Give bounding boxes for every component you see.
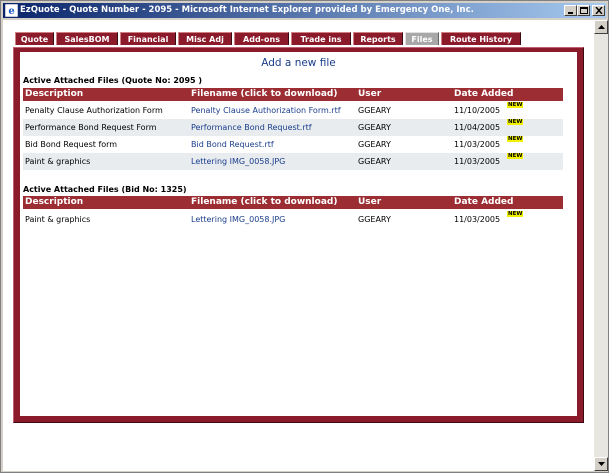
arrow-down-icon [598, 462, 605, 466]
tab-files[interactable]: Files [405, 32, 439, 45]
file-download-link[interactable]: Performance Bond Request.rtf [191, 119, 312, 136]
new-badge: NEW [507, 153, 524, 159]
svg-text:e: e [8, 6, 14, 17]
tab-misc-adj[interactable]: Misc Adj [178, 32, 232, 45]
file-date: 11/10/2005 [454, 106, 501, 115]
vertical-scrollbar[interactable] [594, 20, 608, 471]
column-filename: Filename (click to download) [191, 197, 338, 207]
browser-window: e EzQuote - Quote Number - 2095 - Micros… [0, 0, 609, 473]
tab-trade-ins[interactable]: Trade ins [291, 32, 351, 45]
bid-files-header: Description Filename (click to download)… [23, 196, 563, 209]
file-date: 11/03/2005 [454, 140, 501, 149]
file-description: Paint & graphics [25, 215, 91, 224]
column-date-added: Date Added [454, 89, 514, 99]
quote-files-title: Active Attached Files (Quote No: 2095 ) [23, 76, 203, 85]
maximize-icon [580, 7, 588, 14]
table-row: Paint & graphics Lettering IMG_0058.JPG … [23, 211, 563, 228]
maximize-button[interactable] [577, 5, 590, 16]
table-row: Performance Bond Request Form Performanc… [23, 119, 563, 136]
arrow-up-icon [598, 25, 605, 29]
column-filename: Filename (click to download) [191, 89, 338, 99]
minimize-button[interactable] [564, 5, 577, 16]
table-row: Paint & graphics Lettering IMG_0058.JPG … [23, 153, 563, 170]
table-row: Bid Bond Request form Bid Bond Request.r… [23, 136, 563, 153]
column-description: Description [25, 197, 84, 207]
column-user: User [358, 197, 382, 207]
tab-quote[interactable]: Quote [15, 32, 54, 45]
file-description: Penalty Clause Authorization Form [25, 106, 163, 115]
file-download-link[interactable]: Lettering IMG_0058.JPG [191, 211, 285, 228]
file-user: GGEARY [358, 106, 391, 115]
title-bar: e EzQuote - Quote Number - 2095 - Micros… [3, 3, 606, 18]
tab-salesbom[interactable]: SalesBOM [56, 32, 118, 45]
file-description: Performance Bond Request Form [25, 123, 157, 132]
tab-reports[interactable]: Reports [353, 32, 403, 45]
file-user: GGEARY [358, 215, 391, 224]
scroll-down-button[interactable] [594, 457, 608, 471]
file-description: Bid Bond Request form [25, 140, 118, 149]
file-download-link[interactable]: Penalty Clause Authorization Form.rtf [191, 102, 341, 119]
file-date: 11/03/2005 [454, 215, 501, 224]
file-user: GGEARY [358, 157, 391, 166]
close-button[interactable] [592, 5, 605, 16]
close-icon [595, 7, 603, 14]
add-new-file-link[interactable]: Add a new file [20, 57, 577, 69]
content-frame: Add a new file Active Attached Files (Qu… [13, 47, 584, 423]
file-user: GGEARY [358, 123, 391, 132]
quote-files-header: Description Filename (click to download)… [23, 88, 563, 101]
tab-route-history[interactable]: Route History [441, 32, 521, 45]
minimize-icon [568, 12, 573, 14]
column-description: Description [25, 89, 84, 99]
column-user: User [358, 89, 382, 99]
file-description: Paint & graphics [25, 157, 91, 166]
file-date: 11/04/2005 [454, 123, 501, 132]
scroll-up-button[interactable] [594, 20, 608, 34]
tab-add-ons[interactable]: Add-ons [234, 32, 289, 45]
file-user: GGEARY [358, 140, 391, 149]
file-download-link[interactable]: Lettering IMG_0058.JPG [191, 153, 285, 170]
file-date: 11/03/2005 [454, 157, 501, 166]
new-badge: NEW [507, 136, 524, 142]
files-panel: Add a new file Active Attached Files (Qu… [20, 52, 577, 416]
new-badge: NEW [507, 211, 524, 217]
window-title: EzQuote - Quote Number - 2095 - Microsof… [20, 5, 474, 15]
file-download-link[interactable]: Bid Bond Request.rtf [191, 136, 274, 153]
internet-explorer-icon: e [5, 4, 18, 17]
new-badge: NEW [507, 119, 524, 125]
table-row: Penalty Clause Authorization Form Penalt… [23, 102, 563, 119]
column-date-added: Date Added [454, 197, 514, 207]
bid-files-title: Active Attached Files (Bid No: 1325) [23, 185, 187, 194]
new-badge: NEW [507, 102, 524, 108]
page-content: Quote SalesBOM Financial Misc Adj Add-on… [3, 20, 594, 471]
tab-financial[interactable]: Financial [120, 32, 176, 45]
